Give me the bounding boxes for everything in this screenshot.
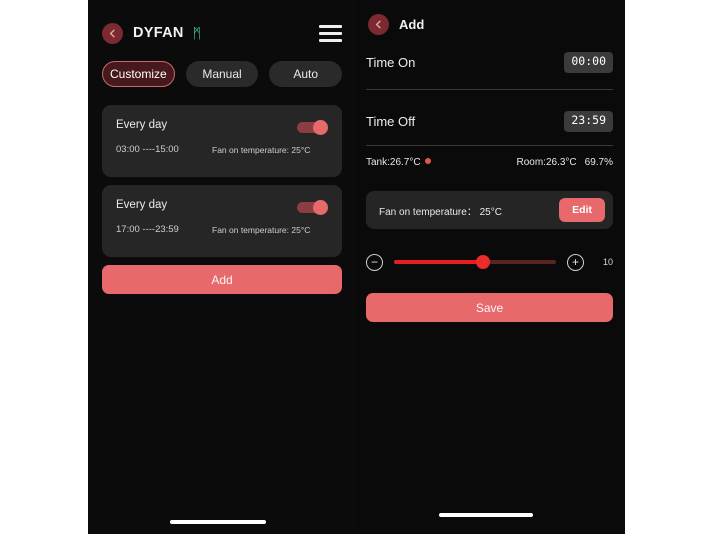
screenshot-canvas: DYFAN ᛗ Customize Manual Auto Every day …: [0, 0, 713, 534]
tank-status-dot: [424, 158, 431, 164]
page-title: Add: [399, 16, 425, 32]
tank-reading: Tank:26.7°C: [366, 157, 421, 168]
schedule-time-range: 03:00 ----15:00: [116, 144, 179, 155]
hamburger-menu-icon[interactable]: [319, 24, 342, 42]
save-button[interactable]: Save: [366, 293, 613, 322]
back-button[interactable]: [102, 22, 123, 44]
schedule-card[interactable]: Every day 17:00 ----23:59 Fan on tempera…: [102, 185, 342, 257]
schedule-details: 17:00 ----23:59 Fan on temperature: 25°C: [116, 224, 328, 235]
fan-temperature-label: Fan on temperature： 25°C: [379, 206, 502, 218]
toggle-knob: [313, 200, 328, 215]
time-on-label: Time On: [366, 54, 416, 70]
schedule-toggle[interactable]: [297, 200, 328, 215]
schedule-list-screen: DYFAN ᛗ Customize Manual Auto Every day …: [88, 0, 356, 534]
menu-bar-2: [319, 31, 342, 35]
room-temperature: Room:26.3°C: [516, 157, 577, 168]
right-header: Add: [368, 13, 424, 35]
increment-button[interactable]: +: [567, 253, 584, 271]
back-button[interactable]: [368, 13, 389, 35]
home-indicator: [439, 513, 533, 517]
time-on-row: Time On 00:00: [366, 52, 613, 73]
divider: [366, 145, 613, 146]
time-off-value[interactable]: 23:59: [564, 111, 613, 132]
chevron-left-icon: [375, 20, 381, 28]
time-on-value[interactable]: 00:00: [564, 52, 613, 73]
slider-value: 10: [602, 257, 613, 267]
divider: [366, 89, 613, 90]
room-reading-group: Room:26.3°C 69.7%: [509, 157, 614, 168]
slider-fill: [394, 260, 484, 264]
menu-bar-1: [319, 24, 342, 28]
schedule-card[interactable]: Every day 03:00 ----15:00 Fan on tempera…: [102, 105, 342, 177]
schedule-time-range: 17:00 ----23:59: [116, 224, 179, 235]
slider-thumb[interactable]: [476, 255, 491, 269]
time-off-row: Time Off 23:59: [366, 111, 613, 132]
tab-auto[interactable]: Auto: [269, 61, 343, 87]
time-off-label: Time Off: [366, 113, 416, 129]
tab-customize[interactable]: Customize: [102, 61, 175, 87]
toggle-knob: [313, 120, 328, 135]
add-schedule-screen: Add Time On 00:00 Time Off 23:59 Tank:26…: [356, 0, 625, 534]
fan-temperature-card: Fan on temperature： 25°C Edit: [366, 191, 613, 229]
home-indicator: [170, 520, 266, 524]
chevron-left-icon: [109, 29, 115, 37]
sensor-readings: Tank:26.7°C Room:26.3°C 69.7%: [366, 157, 613, 168]
menu-bar-3: [319, 38, 342, 42]
decrement-button[interactable]: −: [366, 253, 383, 271]
app-title: DYFAN: [133, 25, 184, 41]
speed-slider[interactable]: [394, 255, 556, 269]
room-humidity: 69.7%: [584, 157, 613, 168]
schedule-temperature: Fan on temperature: 25°C: [212, 144, 311, 155]
dual-phone-screens: DYFAN ᛗ Customize Manual Auto Every day …: [88, 0, 625, 534]
add-button[interactable]: Add: [102, 265, 342, 294]
schedule-toggle[interactable]: [297, 120, 328, 135]
edit-button[interactable]: Edit: [559, 197, 605, 223]
left-header: DYFAN ᛗ: [102, 20, 342, 46]
schedule-details: 03:00 ----15:00 Fan on temperature: 25°C: [116, 144, 328, 155]
tank-reading-group: Tank:26.7°C: [366, 157, 431, 168]
bluetooth-icon: ᛗ: [192, 25, 202, 41]
schedule-temperature: Fan on temperature: 25°C: [212, 224, 311, 235]
tab-manual[interactable]: Manual: [185, 61, 259, 87]
speed-slider-row: − + 10: [366, 250, 613, 274]
mode-tabs: Customize Manual Auto: [102, 61, 343, 87]
